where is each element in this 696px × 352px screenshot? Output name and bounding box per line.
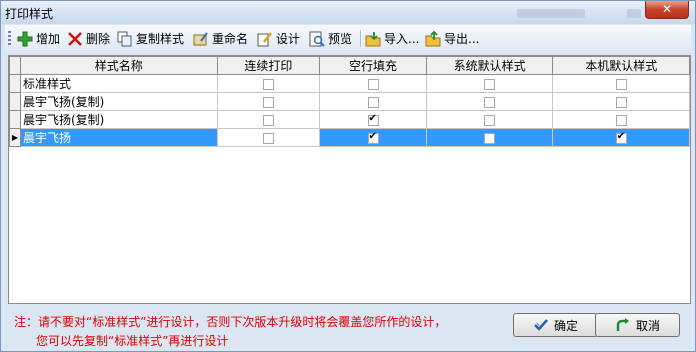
- delete-label: 删除: [86, 32, 111, 46]
- toolbar-separator: [360, 30, 362, 47]
- preview-label: 预览: [328, 32, 353, 46]
- preview-button[interactable]: 预览: [309, 28, 352, 49]
- style-name-cell[interactable]: 晨宇飞扬(复制): [19, 110, 218, 129]
- style-table: 样式名称 连续打印 空行填充 系统默认样式 本机默认样式 标准样式 晨宇飞扬(复…: [9, 56, 690, 147]
- preview-icon: [309, 31, 325, 47]
- import-label: 导入...: [384, 32, 420, 46]
- rename-button[interactable]: 重命名: [193, 28, 248, 49]
- row-indicator[interactable]: [9, 110, 21, 129]
- copy-style-label: 复制样式: [136, 32, 185, 46]
- column-header-fill-blank[interactable]: 空行填充: [319, 56, 427, 75]
- column-header-local-default[interactable]: 本机默认样式: [552, 56, 690, 75]
- delete-x-icon: [67, 31, 83, 47]
- table-row[interactable]: 标准样式: [9, 74, 690, 93]
- style-grid[interactable]: 样式名称 连续打印 空行填充 系统默认样式 本机默认样式 标准样式 晨宇飞扬(复…: [8, 55, 691, 304]
- design-button[interactable]: 设计: [257, 28, 300, 49]
- continuous-print-checkbox[interactable]: [262, 114, 274, 126]
- return-arrow-icon: [615, 317, 631, 333]
- column-header-continuous-print[interactable]: 连续打印: [216, 56, 321, 75]
- design-label: 设计: [276, 32, 301, 46]
- rename-icon: [193, 31, 209, 47]
- export-icon: [425, 30, 441, 47]
- fill-blank-checkbox[interactable]: [367, 78, 379, 90]
- table-row[interactable]: 晨宇飞扬(复制): [9, 92, 690, 111]
- copy-style-button[interactable]: 复制样式: [117, 28, 184, 49]
- pencil-icon: [257, 31, 273, 47]
- warning-note: 注：请不要对“标准样式”进行设计，否则下次版本升级时将会覆盖您所作的设计， 您可…: [14, 313, 446, 351]
- local-default-checkbox[interactable]: [615, 96, 627, 108]
- system-default-checkbox[interactable]: [484, 114, 496, 126]
- blurred-title-text: [627, 9, 641, 18]
- ok-button[interactable]: 确定: [513, 313, 598, 337]
- export-label: 导出...: [444, 32, 480, 46]
- header-indicator-cell: [9, 56, 21, 75]
- local-default-checkbox[interactable]: [615, 131, 627, 144]
- style-name-cell[interactable]: 晨宇飞扬: [19, 128, 218, 147]
- ok-label: 确定: [553, 318, 578, 333]
- toolbar-grip[interactable]: [8, 31, 11, 47]
- title-bar: 打印样式 ✕: [1, 1, 695, 24]
- style-name-cell[interactable]: 晨宇飞扬(复制): [19, 92, 218, 111]
- warning-note-line-1: 注：请不要对“标准样式”进行设计，否则下次版本升级时将会覆盖您所作的设计，: [14, 315, 447, 329]
- close-button[interactable]: ✕: [645, 1, 689, 19]
- table-row-selected[interactable]: ▶ 晨宇飞扬: [9, 128, 690, 147]
- column-header-style-name[interactable]: 样式名称: [19, 56, 218, 75]
- import-button[interactable]: 导入...: [365, 28, 419, 49]
- cancel-button[interactable]: 取消: [595, 313, 680, 337]
- add-label: 增加: [36, 32, 61, 46]
- row-indicator[interactable]: [9, 92, 21, 111]
- system-default-checkbox[interactable]: [484, 78, 496, 90]
- rename-label: 重命名: [212, 32, 249, 46]
- fill-blank-checkbox[interactable]: [367, 113, 379, 126]
- export-button[interactable]: 导出...: [425, 28, 479, 49]
- blurred-title-text: [517, 9, 585, 18]
- style-name-cell[interactable]: 标准样式: [19, 74, 218, 93]
- table-header-row: 样式名称 连续打印 空行填充 系统默认样式 本机默认样式: [9, 56, 690, 75]
- fill-blank-checkbox[interactable]: [367, 96, 379, 108]
- cancel-label: 取消: [635, 318, 660, 333]
- current-row-arrow-icon[interactable]: ▶: [9, 128, 21, 147]
- table-row[interactable]: 晨宇飞扬(复制): [9, 110, 690, 129]
- system-default-checkbox[interactable]: [484, 132, 496, 144]
- fill-blank-checkbox[interactable]: [367, 131, 379, 144]
- print-style-dialog: 打印样式 ✕ 增加 删除 复制样式 重命名 设计 预览 导入... 导出... …: [0, 0, 696, 352]
- toolbar: 增加 删除 复制样式 重命名 设计 预览 导入... 导出...: [5, 25, 691, 52]
- copy-icon: [117, 31, 133, 47]
- window-title: 打印样式: [5, 7, 54, 21]
- local-default-checkbox[interactable]: [615, 78, 627, 90]
- row-indicator[interactable]: [9, 74, 21, 93]
- checkmark-icon: [533, 317, 549, 333]
- column-header-system-default[interactable]: 系统默认样式: [425, 56, 554, 75]
- plus-icon: [17, 31, 33, 47]
- continuous-print-checkbox[interactable]: [262, 132, 274, 144]
- continuous-print-checkbox[interactable]: [262, 96, 274, 108]
- continuous-print-checkbox[interactable]: [262, 78, 274, 90]
- import-icon: [365, 31, 381, 47]
- system-default-checkbox[interactable]: [484, 96, 496, 108]
- warning-note-line-2: 您可以先复制“标准样式”再进行设计: [36, 334, 229, 348]
- local-default-checkbox[interactable]: [615, 114, 627, 126]
- add-button[interactable]: 增加: [17, 28, 60, 49]
- delete-button[interactable]: 删除: [67, 28, 110, 49]
